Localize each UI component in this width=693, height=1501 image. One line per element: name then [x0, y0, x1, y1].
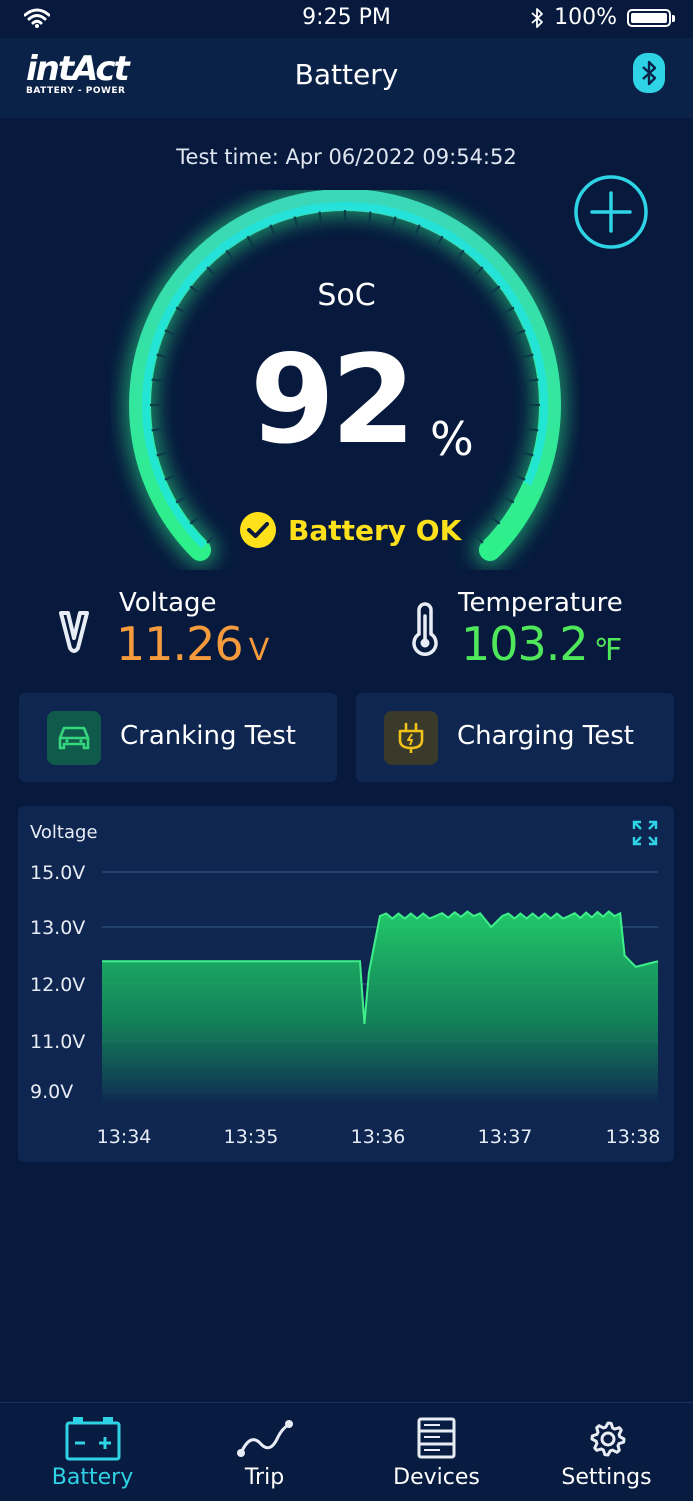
chart-y-tick-label: 15.0V [30, 862, 85, 884]
chart-x-tick-label: 13:34 [97, 1126, 152, 1148]
page-title: Battery [294, 58, 399, 91]
bluetooth-status-icon [531, 7, 543, 28]
battery-icon [65, 1417, 121, 1461]
charging-test-label: Charging Test [457, 721, 634, 751]
devices-icon [417, 1417, 456, 1459]
soc-label: SoC [317, 278, 376, 313]
chart-y-tick-label: 9.0V [30, 1081, 73, 1103]
gauge-tick [367, 211, 372, 224]
thermometer-icon [412, 602, 438, 656]
chart-x-tick-label: 13:35 [224, 1126, 279, 1148]
cranking-test-label: Cranking Test [120, 721, 296, 751]
temperature-value-row: 103.2 ℉ [461, 617, 623, 671]
tab-trip[interactable]: Trip [178, 1403, 351, 1501]
bluetooth-icon [642, 60, 657, 86]
soc-unit: % [430, 412, 474, 466]
tab-battery[interactable]: Battery [6, 1403, 179, 1501]
temperature-unit: ℉ [593, 633, 623, 668]
voltage-value: 11.26 [116, 617, 244, 671]
tab-settings-label: Settings [561, 1465, 652, 1490]
tab-bar: Battery Trip Devices Settings [0, 1402, 693, 1501]
chart-x-tick-label: 13:37 [478, 1126, 533, 1148]
expand-icon[interactable] [632, 820, 658, 846]
tab-battery-label: Battery [51, 1465, 134, 1490]
chart-y-tick-label: 12.0V [30, 974, 85, 996]
temperature-value: 103.2 [461, 617, 589, 671]
battery-percent: 100% [554, 5, 617, 30]
voltage-unit: V [248, 633, 270, 668]
plug-icon-box [384, 711, 438, 765]
chart-x-tick-label: 13:38 [606, 1126, 661, 1148]
car-icon [58, 726, 90, 750]
battery-status: Battery OK [240, 512, 461, 548]
voltage-series-area [102, 911, 658, 1106]
tab-devices[interactable]: Devices [350, 1403, 523, 1501]
voltage-chart: Voltage 15.0V13.0V12.0V11.0V9.0V 13:34 13… [30, 820, 661, 1148]
bluetooth-button[interactable] [633, 53, 665, 93]
tab-trip-label: Trip [244, 1465, 285, 1490]
battery-status-text: Battery OK [288, 513, 462, 547]
chart-x-tick-label: 13:36 [351, 1126, 406, 1148]
status-bar: 9:25 PM 100% [0, 0, 693, 38]
gear-icon [590, 1421, 626, 1457]
chart-y-tick-label: 11.0V [30, 1031, 85, 1053]
chart-x-ticks: 13:34 13:35 13:36 13:37 13:38 [97, 1126, 661, 1148]
voltage-value-row: 11.26 V [116, 617, 270, 671]
trip-icon [237, 1420, 293, 1457]
cranking-test-button[interactable]: Cranking Test [19, 693, 337, 782]
chart-y-tick-label: 13.0V [30, 917, 85, 939]
gauge-tick [526, 427, 539, 432]
soc-value: 92 [250, 329, 416, 471]
status-right: 100% [530, 5, 675, 30]
battery-status-icon [627, 8, 675, 27]
voltage-icon [59, 611, 89, 653]
header: intAct BATTERY - POWER Battery [0, 38, 693, 118]
plug-icon [398, 722, 424, 753]
gauge-tick [526, 378, 539, 383]
charging-test-button[interactable]: Charging Test [356, 693, 674, 782]
tab-settings[interactable]: Settings [520, 1403, 693, 1501]
tab-devices-label: Devices [393, 1465, 480, 1490]
add-button[interactable] [574, 175, 648, 249]
voltage-chart-card: Voltage 15.0V 13.0V 12.0V 11.0V 9.0V 13:34 13… [18, 806, 674, 1162]
chart-title: Voltage [30, 822, 98, 843]
gauge-tick [151, 427, 164, 432]
gauge-tick [151, 378, 164, 383]
check-circle-icon [240, 512, 276, 548]
chart-y-ticks: 15.0V 13.0V 12.0V 11.0V 9.0V [30, 862, 85, 1103]
test-time: Test time: Apr 06/2022 09:54:52 [176, 145, 517, 169]
gauge-tick [318, 211, 323, 224]
temperature-label: Temperature [458, 588, 623, 618]
voltage-label: Voltage [119, 588, 217, 618]
car-icon-box [47, 711, 101, 765]
